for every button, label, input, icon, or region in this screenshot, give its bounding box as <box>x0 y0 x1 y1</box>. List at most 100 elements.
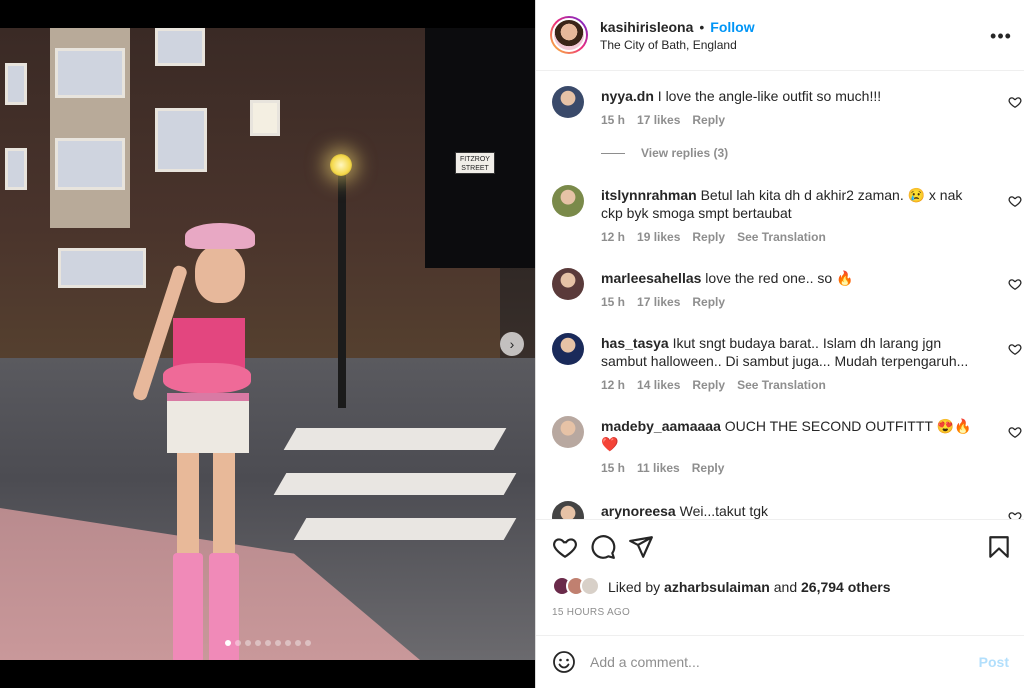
commenter-avatar[interactable] <box>552 333 584 365</box>
carousel-dot <box>304 640 311 646</box>
action-icons <box>552 534 1012 562</box>
author-avatar[interactable] <box>550 16 588 54</box>
comment-like-icon[interactable] <box>1008 277 1022 291</box>
commenter-username[interactable]: madeby_aamaaaa <box>601 418 721 434</box>
comment-text: I love the angle-like outfit so much!!! <box>657 88 882 104</box>
comment-likes[interactable]: 11 likes <box>637 461 680 475</box>
post-photo: FITZROY STREET <box>0 28 535 660</box>
carousel-dot <box>224 640 231 646</box>
crossing-stripe <box>293 518 517 540</box>
view-replies-label: View replies (3) <box>641 146 729 160</box>
comment-meta: 12 h 14 likes Reply See Translation <box>601 378 826 392</box>
follow-button[interactable]: Follow <box>710 19 754 35</box>
comment-like-icon[interactable] <box>1008 510 1022 519</box>
author-meta: kasihirisleona • Follow The City of Bath… <box>600 19 755 52</box>
comments-list[interactable]: nyya.dn I love the angle-like outfit so … <box>536 71 1024 519</box>
comment-time: 15 h <box>601 461 626 475</box>
comment-time: 15 h <box>601 295 626 309</box>
comment-likes[interactable]: 17 likes <box>637 113 680 127</box>
window <box>5 148 27 190</box>
commenter-username[interactable]: arynoreesa <box>601 503 676 519</box>
carousel-dot <box>294 640 301 646</box>
comment-time: 12 h <box>601 230 626 244</box>
comment-meta: 15 h 17 likes Reply <box>601 113 725 127</box>
separator-dot: • <box>699 18 705 35</box>
commenter-avatar[interactable] <box>552 416 584 448</box>
commenter-username[interactable]: marleesahellas <box>601 270 701 286</box>
post-location[interactable]: The City of Bath, England <box>600 38 755 52</box>
comment-time: 12 h <box>601 378 626 392</box>
reply-button[interactable]: Reply <box>692 230 725 244</box>
commenter-avatar[interactable] <box>552 501 584 519</box>
comment-like-icon[interactable] <box>1008 342 1022 356</box>
more-icon: ••• <box>990 25 1012 46</box>
reply-button[interactable]: Reply <box>692 378 725 392</box>
comment-composer: Post <box>536 635 1024 688</box>
carousel-dot <box>264 640 271 646</box>
commenter-username[interactable]: has_tasya <box>601 335 669 351</box>
share-icon[interactable] <box>628 534 654 560</box>
street-sign: FITZROY STREET <box>455 152 495 174</box>
liker-username[interactable]: azharbsulaiman <box>664 579 770 595</box>
carousel-next-button[interactable]: › <box>500 332 524 356</box>
feather-trim <box>163 363 251 393</box>
window <box>55 48 125 98</box>
reply-button[interactable]: Reply <box>692 461 725 475</box>
view-replies-button[interactable]: View replies (3) <box>601 146 728 160</box>
post-comment-button[interactable]: Post <box>979 654 1009 670</box>
more-options-button[interactable]: ••• <box>989 24 1013 48</box>
avatar-image <box>552 18 586 52</box>
window <box>155 108 207 172</box>
carousel-dot <box>244 640 251 646</box>
comment-body: madeby_aamaaaa OUCH THE SECOND OUTFITTT … <box>601 417 976 453</box>
post-media[interactable]: FITZROY STREET › <box>0 0 535 688</box>
commenter-username[interactable]: nyya.dn <box>601 88 654 104</box>
liker-avatar[interactable] <box>580 576 600 596</box>
comment-icon[interactable] <box>590 534 616 560</box>
white-skirt <box>167 393 249 453</box>
comment-body: nyya.dn I love the angle-like outfit so … <box>601 87 976 105</box>
comment-time: 15 h <box>601 113 626 127</box>
window <box>250 100 280 136</box>
window <box>58 248 146 288</box>
window <box>5 63 27 105</box>
see-translation-button[interactable]: See Translation <box>737 378 826 392</box>
reply-button[interactable]: Reply <box>692 113 725 127</box>
liker-avatars[interactable] <box>552 576 604 598</box>
comment-likes[interactable]: 17 likes <box>637 295 680 309</box>
comment-like-icon[interactable] <box>1008 95 1022 109</box>
see-translation-button[interactable]: See Translation <box>737 230 826 244</box>
instagram-post: FITZROY STREET › kasihirisleona • Follow… <box>0 0 1024 688</box>
likes-others[interactable]: 26,794 others <box>801 579 891 595</box>
person <box>131 223 265 660</box>
head <box>195 245 245 303</box>
likes-summary: Liked by azharbsulaiman and 26,794 other… <box>552 576 891 598</box>
carousel-dots <box>0 640 535 646</box>
comment-meta: 15 h 17 likes Reply <box>601 295 725 309</box>
like-icon[interactable] <box>552 534 578 560</box>
comment-like-icon[interactable] <box>1008 425 1022 439</box>
commenter-avatar[interactable] <box>552 86 584 118</box>
comment-text: Wei...takut tgk <box>679 503 769 519</box>
post-timestamp[interactable]: 15 HOURS AGO <box>552 607 630 618</box>
emoji-icon[interactable] <box>552 650 576 674</box>
author-username[interactable]: kasihirisleona <box>600 19 693 35</box>
commenter-username[interactable]: itslynnrahman <box>601 187 697 203</box>
comment-likes[interactable]: 19 likes <box>637 230 680 244</box>
reply-button[interactable]: Reply <box>692 295 725 309</box>
commenter-avatar[interactable] <box>552 268 584 300</box>
window <box>155 28 205 66</box>
post-side-panel: kasihirisleona • Follow The City of Bath… <box>535 0 1024 688</box>
comment-body: itslynnrahman Betul lah kita dh d akhir2… <box>601 186 976 222</box>
comment-meta: 15 h 11 likes Reply <box>601 461 724 475</box>
leg <box>213 453 235 563</box>
comment-like-icon[interactable] <box>1008 194 1022 208</box>
comment-body: marleesahellas love the red one.. so 🔥 <box>601 269 976 287</box>
comment-likes[interactable]: 14 likes <box>637 378 680 392</box>
commenter-avatar[interactable] <box>552 185 584 217</box>
author-row: kasihirisleona • Follow <box>600 19 755 35</box>
carousel-dot <box>274 640 281 646</box>
bookmark-icon[interactable] <box>986 534 1012 560</box>
comment-input[interactable] <box>590 654 979 670</box>
likes-and: and <box>773 579 798 595</box>
